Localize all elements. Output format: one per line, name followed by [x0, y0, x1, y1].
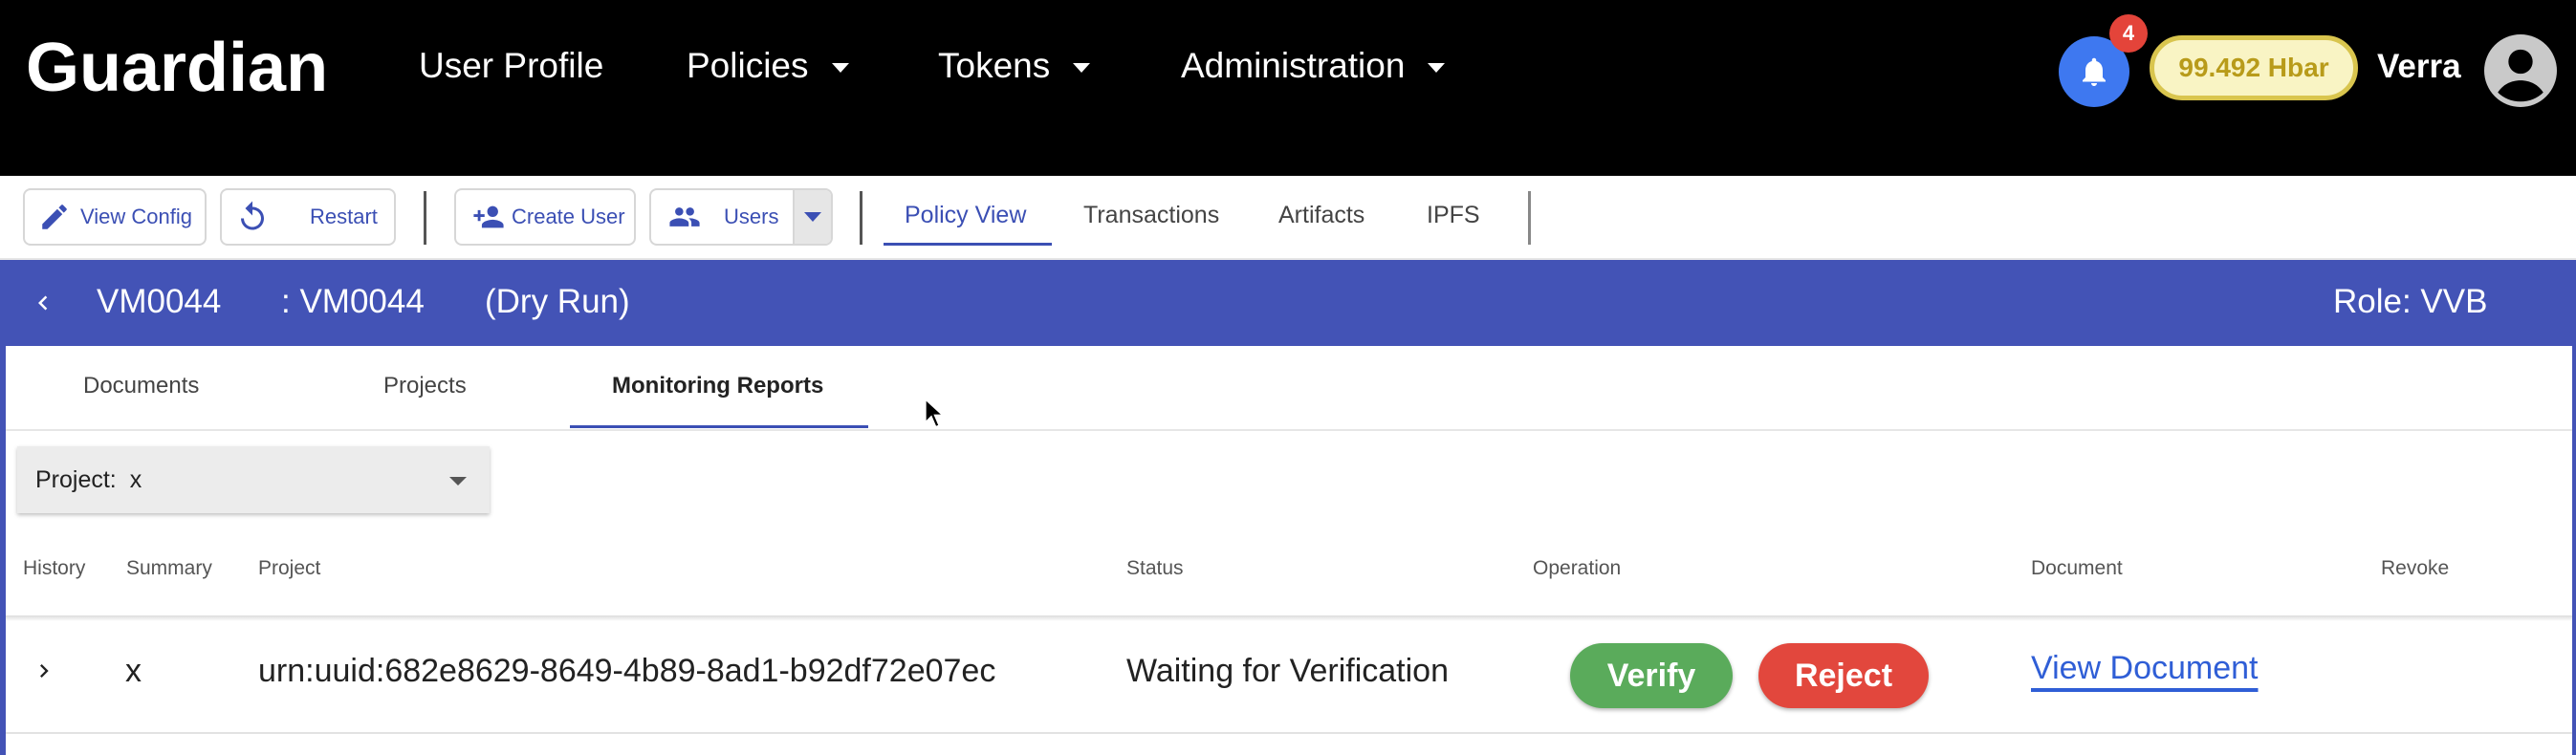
- chevron-down-icon: [804, 212, 821, 222]
- users-dropdown-button[interactable]: Users: [649, 188, 833, 246]
- reject-button[interactable]: Reject: [1758, 643, 1929, 708]
- nav-user-profile-label: User Profile: [419, 46, 604, 85]
- nav-administration-label: Administration: [1181, 46, 1406, 85]
- notification-count-badge: 4: [2109, 14, 2148, 53]
- chevron-down-icon: [1428, 63, 1446, 73]
- nav-policies[interactable]: Policies: [687, 46, 849, 86]
- account-circle-icon[interactable]: [2484, 34, 2557, 107]
- column-revoke: Revoke: [2381, 557, 2450, 579]
- column-status: Status: [1126, 557, 1184, 579]
- toolbar-divider: [1528, 191, 1531, 245]
- chevron-down-icon: [831, 63, 849, 73]
- active-tab-indicator: [884, 243, 1052, 246]
- active-subtab-indicator: [570, 425, 868, 428]
- verify-button[interactable]: Verify: [1570, 643, 1733, 708]
- users-label: Users: [724, 205, 779, 228]
- policy-toolbar: View Config Restart Create User Users Po…: [0, 176, 2576, 260]
- toolbar-divider: [424, 191, 426, 245]
- tab-policy-view[interactable]: Policy View: [905, 202, 1026, 229]
- row-project-urn: urn:uuid:682e8629-8649-4b89-8ad1-b92df72…: [258, 653, 996, 689]
- column-operation: Operation: [1533, 557, 1622, 579]
- policy-header: VM0044 : VM0044 (Dry Run) Role: VVB: [0, 260, 2576, 346]
- users-dropdown-toggle[interactable]: [793, 190, 831, 244]
- policy-name: : VM0044: [281, 283, 425, 320]
- app-logo[interactable]: Guardian: [26, 29, 328, 107]
- project-filter-select[interactable]: Project: x: [17, 446, 490, 513]
- balance-badge: 99.492 Hbar: [2150, 35, 2358, 100]
- project-filter-label: Project:: [35, 465, 117, 493]
- subtab-documents[interactable]: Documents: [83, 373, 199, 399]
- content-border-right: [2572, 346, 2576, 755]
- row-summary: x: [125, 653, 142, 689]
- nav-policies-label: Policies: [687, 46, 809, 85]
- top-header: Guardian User Profile Policies Tokens Ad…: [0, 0, 2576, 176]
- create-user-button[interactable]: Create User: [454, 188, 636, 246]
- expand-chevron-icon[interactable]: [31, 658, 57, 684]
- pencil-icon: [42, 205, 67, 229]
- tab-transactions[interactable]: Transactions: [1083, 202, 1219, 229]
- toolbar-divider: [860, 191, 862, 245]
- column-document: Document: [2031, 557, 2123, 579]
- tab-ipfs[interactable]: IPFS: [1427, 202, 1480, 229]
- mouse-pointer-icon: [924, 398, 945, 429]
- restart-button[interactable]: Restart: [220, 188, 396, 246]
- table-header-divider: [6, 615, 2572, 621]
- content-border-left: [0, 346, 6, 755]
- row-status: Waiting for Verification: [1126, 653, 1449, 689]
- users-icon: [669, 207, 700, 226]
- bell-icon: [2083, 57, 2106, 86]
- view-config-button[interactable]: View Config: [23, 188, 207, 246]
- chevron-down-icon: [1073, 63, 1091, 73]
- subtab-monitoring-reports[interactable]: Monitoring Reports: [612, 373, 823, 399]
- username: Verra: [2377, 48, 2461, 85]
- user-role: Role: VVB: [2333, 283, 2488, 320]
- row-divider: [6, 732, 2572, 734]
- nav-administration[interactable]: Administration: [1181, 46, 1446, 86]
- policy-mode: (Dry Run): [485, 283, 630, 320]
- back-chevron-icon[interactable]: [29, 287, 57, 319]
- nav-user-profile[interactable]: User Profile: [419, 46, 603, 86]
- column-history: History: [23, 557, 86, 579]
- tab-artifacts[interactable]: Artifacts: [1278, 202, 1364, 229]
- restart-icon: [241, 201, 264, 230]
- column-project: Project: [258, 557, 321, 579]
- project-filter-value: x: [129, 465, 142, 493]
- policy-id: VM0044: [97, 283, 222, 320]
- nav-tokens[interactable]: Tokens: [938, 46, 1091, 86]
- create-user-label: Create User: [512, 205, 625, 228]
- nav-tokens-label: Tokens: [938, 46, 1051, 85]
- view-config-label: View Config: [80, 205, 192, 228]
- column-summary: Summary: [126, 557, 212, 579]
- restart-label: Restart: [310, 205, 378, 228]
- subtab-projects[interactable]: Projects: [383, 373, 467, 399]
- subtab-divider: [6, 429, 2572, 431]
- view-document-link[interactable]: View Document: [2031, 650, 2259, 687]
- add-user-icon: [473, 205, 504, 228]
- chevron-down-icon: [449, 477, 467, 485]
